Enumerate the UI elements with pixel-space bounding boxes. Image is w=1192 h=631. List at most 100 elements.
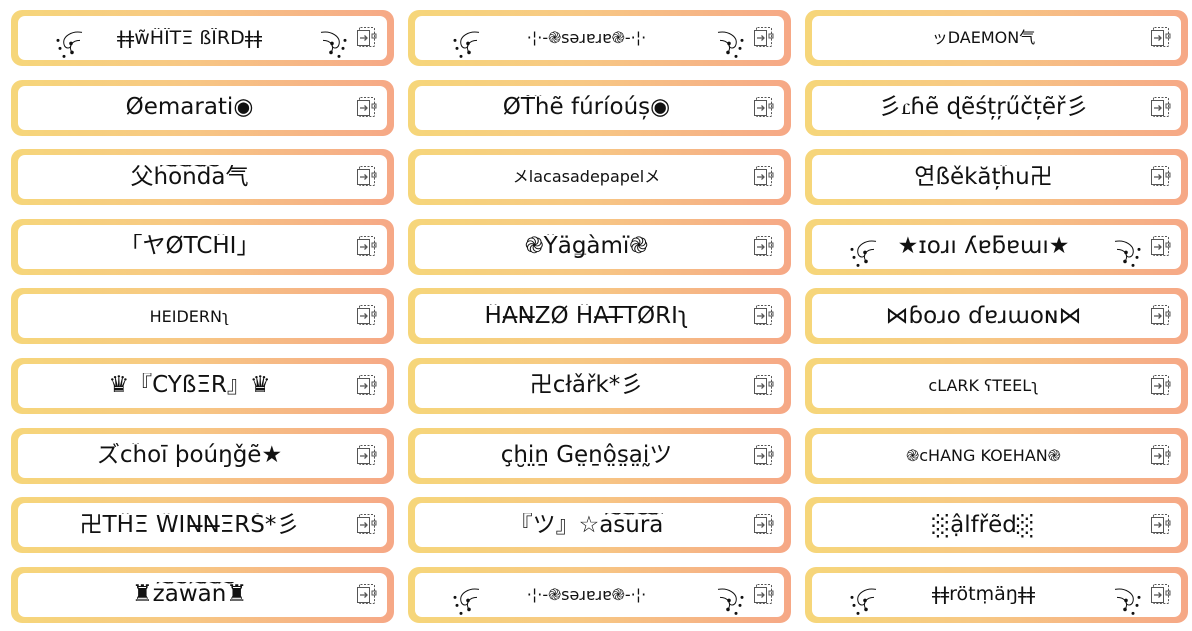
nickname-card-body: ░ậlfřẽd░ — [812, 503, 1181, 548]
copy-icon — [357, 27, 377, 47]
copy-icon — [754, 305, 774, 326]
nickname-card[interactable]: Øemarati◉ — [11, 79, 394, 136]
nickname-card[interactable]: ッDAEMON气 — [805, 10, 1188, 66]
copy-button[interactable] — [753, 583, 775, 607]
nickname-text: ░ậlfřẽd░ — [932, 512, 1035, 538]
copy-button[interactable] — [1150, 444, 1172, 468]
nickname-card[interactable]: ·¦·-֎ꜱǝɹɐɹɐ֎-·¦· — [408, 566, 791, 623]
nickname-card[interactable]: ★ɪoɹı ʎɐƃɐɯı★ — [805, 218, 1188, 275]
nickname-card-body: ッDAEMON气 — [812, 16, 1181, 60]
nickname-card[interactable]: çḫi̤ṉ Ğe̤ṉô̤s̤a̤ḭツ — [408, 427, 791, 484]
nickname-text: ·¦·-֎ꜱǝɹɐɹɐ֎-·¦· — [526, 29, 647, 47]
copy-button[interactable] — [1150, 26, 1172, 50]
copy-button[interactable] — [753, 26, 775, 50]
nickname-text: ★ɪoɹı ʎɐƃɐɯı★ — [897, 234, 1070, 260]
nickname-card-body: ·¦·-֎ꜱǝɹɐɹɐ֎-·¦· — [415, 572, 784, 617]
nickname-card[interactable]: ֎cHANG KOEHAN֎ — [805, 427, 1188, 484]
copy-button[interactable] — [1150, 374, 1172, 398]
copy-button[interactable] — [356, 304, 378, 328]
nickname-card-body: ·¦·-֎ꜱǝɹɐɹɐ֎-·¦· — [415, 16, 784, 60]
swirl-left-decoration-icon — [56, 31, 83, 58]
nickname-card[interactable]: ǂǂw̃ĤÏTΞ ßÏRDǂǂ — [11, 10, 394, 66]
copy-button[interactable] — [1150, 304, 1172, 328]
copy-button[interactable] — [753, 235, 775, 259]
nickname-card-body: 卍TĤΞ W̃ÏN̶N̶ΞRŠ*彡 — [18, 503, 387, 548]
nickname-card-body: ǂǂw̃ĤÏTΞ ßÏRDǂǂ — [18, 16, 387, 60]
swirl-left-decoration-icon — [453, 31, 480, 58]
nickname-card[interactable]: 父h͠o͠n͠d͠a气 — [11, 149, 394, 206]
nickname-card[interactable]: メlacasadepapelメ — [408, 149, 791, 206]
nickname-card[interactable]: 연ßěkățĥu卍 — [805, 149, 1188, 206]
nickname-card-body: HEIDERNʅ — [18, 294, 387, 339]
nickname-card[interactable]: ØŤĥẽ fúríoúș◉ — [408, 79, 791, 136]
nickname-card[interactable]: HEIDERNʅ — [11, 288, 394, 345]
copy-icon — [1151, 583, 1171, 604]
nickname-text: ǂǂw̃ĤÏTΞ ßÏRDǂǂ — [116, 27, 263, 49]
copy-button[interactable] — [356, 165, 378, 189]
copy-button[interactable] — [356, 583, 378, 607]
copy-button[interactable] — [753, 374, 775, 398]
nickname-card[interactable]: 卍cłǎřk*彡 — [408, 357, 791, 414]
copy-button[interactable] — [356, 96, 378, 120]
copy-button[interactable] — [753, 304, 775, 328]
copy-icon — [1151, 27, 1171, 47]
swirl-right-decoration-icon — [717, 588, 744, 615]
nickname-card-body: cLARK ʕTEELʅ — [812, 363, 1181, 408]
nickname-text: HEIDERNʅ — [149, 307, 230, 326]
copy-icon — [754, 444, 774, 465]
copy-button[interactable] — [1150, 165, 1172, 189]
nickname-card-body: メlacasadepapelメ — [415, 155, 784, 200]
copy-button[interactable] — [753, 165, 775, 189]
nickname-card[interactable]: ֎Ŷäǥàmï֎ — [408, 218, 791, 275]
nickname-card[interactable]: 卍TĤΞ W̃ÏN̶N̶ΞRŠ*彡 — [11, 497, 394, 554]
nickname-card[interactable]: 『ツ』☆a͠s͠u͠r͠a͠ — [408, 497, 791, 554]
nickname-card[interactable]: ♛『CŸßΞR』♛ — [11, 357, 394, 414]
copy-button[interactable] — [753, 96, 775, 120]
nickname-card-body: 卍cłǎřk*彡 — [415, 363, 784, 408]
nickname-card[interactable]: ĤA̶N̶ZØ ĤA̶T̶TØRÏʅ — [408, 288, 791, 345]
nickname-card[interactable]: 「ヤØTCĤÏ」 — [11, 218, 394, 275]
nickname-card-body: Øemarati◉ — [18, 85, 387, 130]
copy-icon — [357, 444, 377, 465]
nickname-text: ØŤĥẽ fúríoúș◉ — [502, 94, 671, 120]
nickname-text: ズcĥoī þoúŋǧẽ★ — [96, 442, 283, 468]
copy-button[interactable] — [753, 444, 775, 468]
copy-button[interactable] — [1150, 96, 1172, 120]
nickname-card-body: ★ɪoɹı ʎɐƃɐɯı★ — [812, 224, 1181, 269]
nickname-card[interactable]: 彡ꮭɦẽ ɖẽśțŗűčțẽř彡 — [805, 79, 1188, 136]
nickname-card[interactable]: ░ậlfřẽd░ — [805, 497, 1188, 554]
nickname-text: cLARK ʕTEELʅ — [928, 377, 1039, 395]
copy-button[interactable] — [356, 235, 378, 259]
nickname-text: 彡ꮭɦẽ ɖẽśțŗűčțẽř彡 — [878, 94, 1089, 120]
copy-button[interactable] — [1150, 513, 1172, 537]
nickname-grid: ǂǂw̃ĤÏTΞ ßÏRDǂǂ ·¦·-֎ꜱǝɹɐɹɐ֎-·¦· ッDAEMON… — [0, 0, 1192, 631]
nickname-card-body: ֎Ŷäǥàmï֎ — [415, 224, 784, 269]
nickname-card[interactable]: ⋈ɓoɹo ɗɐɹɯoɴ⋈ — [805, 288, 1188, 345]
copy-button[interactable] — [356, 374, 378, 398]
copy-button[interactable] — [356, 26, 378, 50]
nickname-card[interactable]: ǂǂrötṃäŋǂǂ — [805, 566, 1188, 623]
copy-button[interactable] — [356, 513, 378, 537]
nickname-card[interactable]: cLARK ʕTEELʅ — [805, 357, 1188, 414]
copy-button[interactable] — [356, 444, 378, 468]
nickname-card-body: 『ツ』☆a͠s͠u͠r͠a͠ — [415, 503, 784, 548]
nickname-card-body: 父h͠o͠n͠d͠a气 — [18, 155, 387, 200]
copy-icon — [357, 305, 377, 326]
nickname-card[interactable]: ·¦·-֎ꜱǝɹɐɹɐ֎-·¦· — [408, 10, 791, 66]
nickname-card[interactable]: ズcĥoī þoúŋǧẽ★ — [11, 427, 394, 484]
nickname-text: ֎cHANG KOEHAN֎ — [906, 446, 1061, 465]
swirl-right-decoration-icon — [320, 31, 347, 58]
nickname-text: çḫi̤ṉ Ğe̤ṉô̤s̤a̤ḭツ — [500, 442, 673, 468]
copy-icon — [754, 235, 774, 256]
copy-icon — [1151, 166, 1171, 187]
swirl-right-decoration-icon — [1114, 588, 1141, 615]
swirl-right-decoration-icon — [717, 31, 744, 58]
nickname-card-body: ǂǂrötṃäŋǂǂ — [812, 572, 1181, 617]
nickname-card[interactable]: ♜z͠a͠w͠a͠n͠♜ — [11, 566, 394, 623]
copy-button[interactable] — [753, 513, 775, 537]
copy-icon — [357, 514, 377, 535]
copy-button[interactable] — [1150, 583, 1172, 607]
nickname-card-body: ♜z͠a͠w͠a͠n͠♜ — [18, 572, 387, 617]
copy-icon — [357, 235, 377, 256]
copy-button[interactable] — [1150, 235, 1172, 259]
